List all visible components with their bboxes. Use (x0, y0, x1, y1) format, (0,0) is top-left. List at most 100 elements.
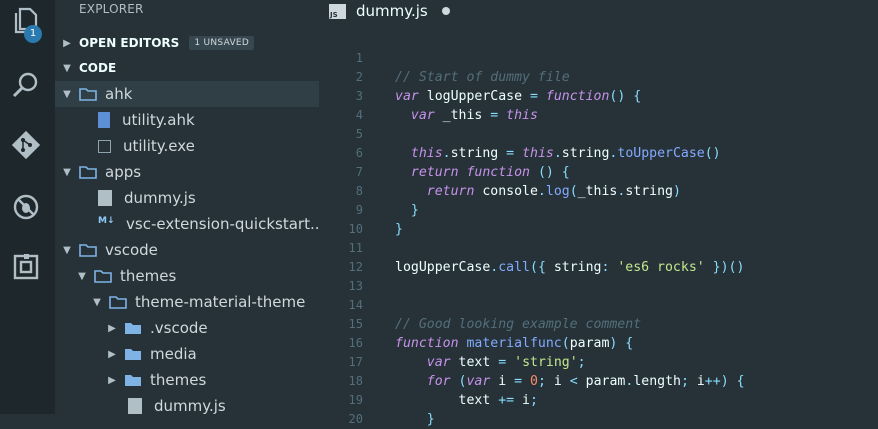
code-token: toUpperCase (617, 146, 705, 161)
extensions-icon[interactable] (9, 250, 43, 284)
js-file-icon: JS (329, 3, 346, 19)
code-line[interactable]: } (395, 410, 435, 429)
code-line[interactable]: var _this = this (395, 106, 538, 125)
tab-filename: dummy.js (356, 2, 428, 20)
code-token: string (553, 260, 602, 275)
code-token: string (561, 146, 610, 161)
code-token: log (545, 184, 570, 199)
chevron-down-icon: ▼ (63, 88, 71, 100)
line-number: 1 (355, 51, 363, 65)
chevron-down-icon: ▼ (93, 296, 101, 308)
tree-item-label: .vscode (150, 319, 208, 337)
code-token: = (506, 374, 531, 389)
open-editors-label: OPEN EDITORS (79, 36, 180, 50)
line-number: 4 (355, 108, 363, 122)
tree-item-utility-exe[interactable]: utility.exe (55, 133, 319, 159)
code-token: })() (704, 260, 745, 275)
code-token: . (442, 146, 451, 161)
tree-item-themes[interactable]: ▶ themes (55, 367, 319, 393)
code-line[interactable]: var text = 'string'; (395, 353, 586, 372)
tree-item-ahk[interactable]: ▼ ahk (55, 81, 319, 107)
code-token: _this (442, 108, 483, 123)
code-token: () (704, 146, 721, 161)
code-line[interactable]: } (395, 201, 419, 220)
code-line[interactable]: } (395, 220, 403, 239)
tree-item-vscode[interactable]: ▼ vscode (55, 237, 319, 263)
line-number: 16 (348, 336, 363, 350)
code-token: < (561, 374, 586, 389)
chevron-down-icon: ▼ (63, 62, 71, 74)
folder-icon (125, 349, 141, 360)
tree-item-label: utility.exe (123, 137, 195, 155)
code-token: = (490, 355, 515, 370)
tree-item-theme-material-theme[interactable]: ▼ theme-material-theme (55, 289, 319, 315)
code-token: logUpperCase (426, 89, 523, 104)
code-token: length (633, 374, 681, 389)
line-number: 7 (355, 165, 363, 179)
tree-item-label: theme-material-theme (135, 293, 306, 311)
code-token: ++ (704, 374, 721, 389)
code-token: += (490, 393, 523, 408)
code-token: call (498, 260, 530, 275)
code-line[interactable]: return console.log(_this.string) (395, 182, 681, 201)
code-token: . (553, 146, 562, 161)
code-line[interactable]: function materialfunc(param) { (395, 334, 633, 353)
code-token: text (458, 355, 491, 370)
line-number: 20 (348, 412, 363, 426)
code-token: ; (680, 374, 697, 389)
code-token: param (585, 374, 626, 389)
code-line[interactable]: // Start of dummy file (395, 68, 570, 87)
open-editors-section[interactable]: ▶ OPEN EDITORS 1 UNSAVED (55, 30, 319, 56)
chevron-down-icon: ▼ (63, 244, 71, 256)
tree-item-apps[interactable]: ▼ apps (55, 159, 319, 185)
line-number: 11 (348, 241, 363, 255)
code-line[interactable]: return function () { (395, 163, 570, 182)
line-number: 12 (348, 260, 363, 274)
code-token: ; (530, 393, 538, 408)
tree-item-dummy-js[interactable]: dummy.js (55, 393, 319, 414)
folder-icon (125, 323, 141, 334)
code-token: materialfunc (466, 336, 562, 351)
js-file-icon (128, 398, 142, 414)
js-file-icon (98, 190, 112, 206)
code-line[interactable]: for (var i = 0; i < param.length; i++) { (395, 372, 745, 391)
chevron-right-icon: ▶ (108, 348, 116, 360)
code-token: console (482, 184, 538, 199)
code-token: } (395, 203, 419, 218)
chevron-down-icon: ▼ (78, 270, 86, 282)
tree-item-dummy-js[interactable]: dummy.js (55, 185, 319, 211)
tree-item-utility-ahk[interactable]: utility.ahk (55, 107, 319, 133)
code-token: ; (537, 374, 554, 389)
code-token: 'string' (514, 355, 578, 370)
tree-item-vscode[interactable]: ▶ .vscode (55, 315, 319, 341)
code-token: i (553, 374, 562, 389)
tree-item-vsc-extension-quickstart[interactable]: M↓ vsc-extension-quickstart.... (55, 211, 319, 237)
code-line[interactable]: // Good looking example comment (395, 315, 641, 334)
folder-icon (79, 166, 97, 179)
code-token: return (395, 165, 467, 180)
editor-tab-bar: JS dummy.js (319, 0, 878, 22)
tree-item-media[interactable]: ▶ media (55, 341, 319, 367)
line-number: 3 (355, 89, 363, 103)
code-line[interactable]: var logUpperCase = function() { (395, 87, 641, 106)
git-icon[interactable] (9, 128, 43, 162)
ahk-file-icon (98, 112, 110, 128)
tab-dummy-js[interactable]: JS dummy.js (329, 0, 450, 22)
code-token: ( (569, 184, 578, 199)
code-line[interactable]: this.string = this.string.toUpperCase() (395, 144, 721, 163)
code-line[interactable]: text += i; (395, 391, 538, 410)
code-line[interactable]: logUpperCase.call({ string: 'es6 rocks' … (395, 258, 744, 277)
unsaved-dot-icon[interactable] (441, 7, 450, 15)
line-number: 10 (348, 222, 363, 236)
search-icon[interactable] (9, 68, 43, 102)
chevron-right-icon: ▶ (108, 374, 116, 386)
code-token: ; (577, 355, 586, 370)
tree-item-themes[interactable]: ▼ themes (55, 263, 319, 289)
debug-icon[interactable] (9, 190, 43, 224)
line-number: 5 (355, 127, 363, 141)
workspace-section[interactable]: ▼ CODE (55, 55, 319, 81)
tree-item-label: media (150, 345, 197, 363)
folder-icon (109, 296, 127, 309)
line-number: 9 (355, 203, 363, 217)
code-token: = (522, 89, 546, 104)
